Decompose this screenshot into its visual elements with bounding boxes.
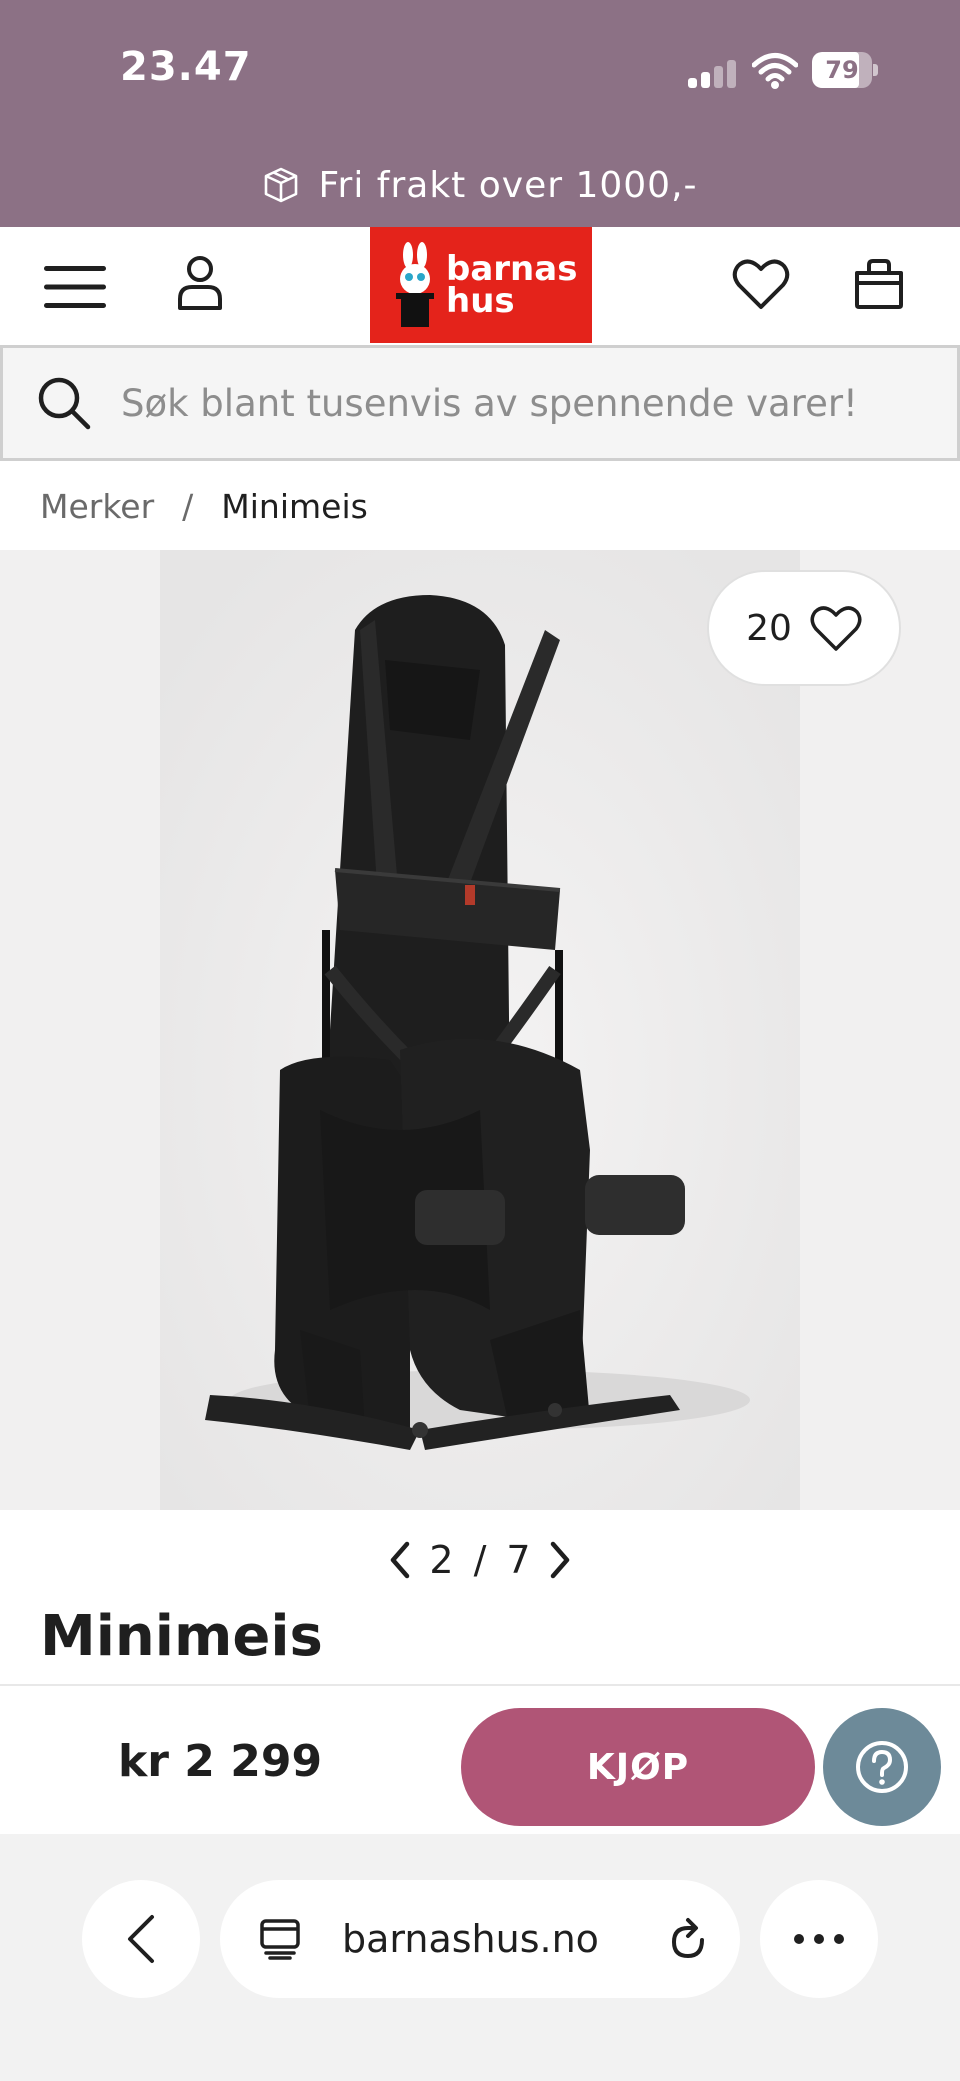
- pager-total: 7: [506, 1538, 531, 1582]
- favorite-count: 20: [746, 607, 792, 649]
- search-bar: [0, 345, 960, 461]
- product-price: kr 2 299: [118, 1736, 323, 1787]
- account-button[interactable]: [170, 251, 230, 315]
- product-title: Minimeis: [40, 1604, 323, 1669]
- chevron-left-icon[interactable]: [385, 1540, 415, 1580]
- pager-separator: /: [473, 1538, 487, 1582]
- barnashus-logo[interactable]: barnas hus: [370, 227, 592, 343]
- package-icon: [265, 167, 298, 203]
- heart-icon: [810, 606, 862, 651]
- menu-button[interactable]: [40, 257, 110, 317]
- wifi-icon: [752, 53, 798, 89]
- status-time: 23.47: [120, 44, 252, 90]
- child-carrier-image: [160, 550, 800, 1510]
- battery-icon: 79: [812, 52, 878, 88]
- breadcrumb: Merker / Minimeis: [40, 484, 368, 528]
- breadcrumb-link-merker[interactable]: Merker: [40, 487, 154, 526]
- chevron-right-icon[interactable]: [545, 1540, 575, 1580]
- buy-button[interactable]: KJØP: [461, 1708, 815, 1826]
- logo-text-line2: hus: [446, 281, 515, 321]
- search-input[interactable]: [121, 381, 901, 425]
- question-mark-icon: [856, 1741, 908, 1793]
- breadcrumb-separator: /: [182, 486, 194, 526]
- heart-icon: [732, 259, 790, 309]
- shopping-bag-icon: [855, 259, 903, 309]
- tabs-icon: [260, 1919, 300, 1960]
- cart-button[interactable]: [846, 249, 912, 319]
- purchase-bar: kr 2 299 KJØP: [0, 1684, 960, 1834]
- rabbit-hat-icon: [396, 242, 434, 327]
- product-image-gallery[interactable]: 20: [0, 550, 960, 1510]
- browser-back-button[interactable]: [82, 1880, 200, 1998]
- product-image: [160, 550, 800, 1510]
- chevron-left-icon: [128, 1915, 154, 1963]
- browser-toolbar: barnashus.no: [0, 1834, 960, 2081]
- breadcrumb-current: Minimeis: [221, 486, 368, 526]
- help-button[interactable]: [823, 1708, 941, 1826]
- battery-level: 79: [825, 56, 859, 84]
- site-header: barnas hus: [0, 227, 960, 343]
- promo-text: Fri frakt over 1000,-: [318, 164, 698, 206]
- reload-icon[interactable]: [666, 1916, 710, 1962]
- pager-current: 2: [429, 1538, 454, 1582]
- url-text: barnashus.no: [342, 1917, 599, 1961]
- promo-banner: Fri frakt over 1000,-: [0, 160, 960, 210]
- favorite-button[interactable]: 20: [707, 570, 901, 686]
- more-icon: [794, 1934, 844, 1944]
- menu-icon: [44, 266, 106, 308]
- cellular-signal-icon: [688, 58, 740, 88]
- image-pager: 2 / 7: [380, 1534, 580, 1586]
- user-icon: [178, 256, 222, 310]
- browser-more-button[interactable]: [760, 1880, 878, 1998]
- search-icon: [38, 377, 91, 430]
- address-bar[interactable]: barnashus.no: [220, 1880, 740, 1998]
- wishlist-button[interactable]: [726, 249, 796, 319]
